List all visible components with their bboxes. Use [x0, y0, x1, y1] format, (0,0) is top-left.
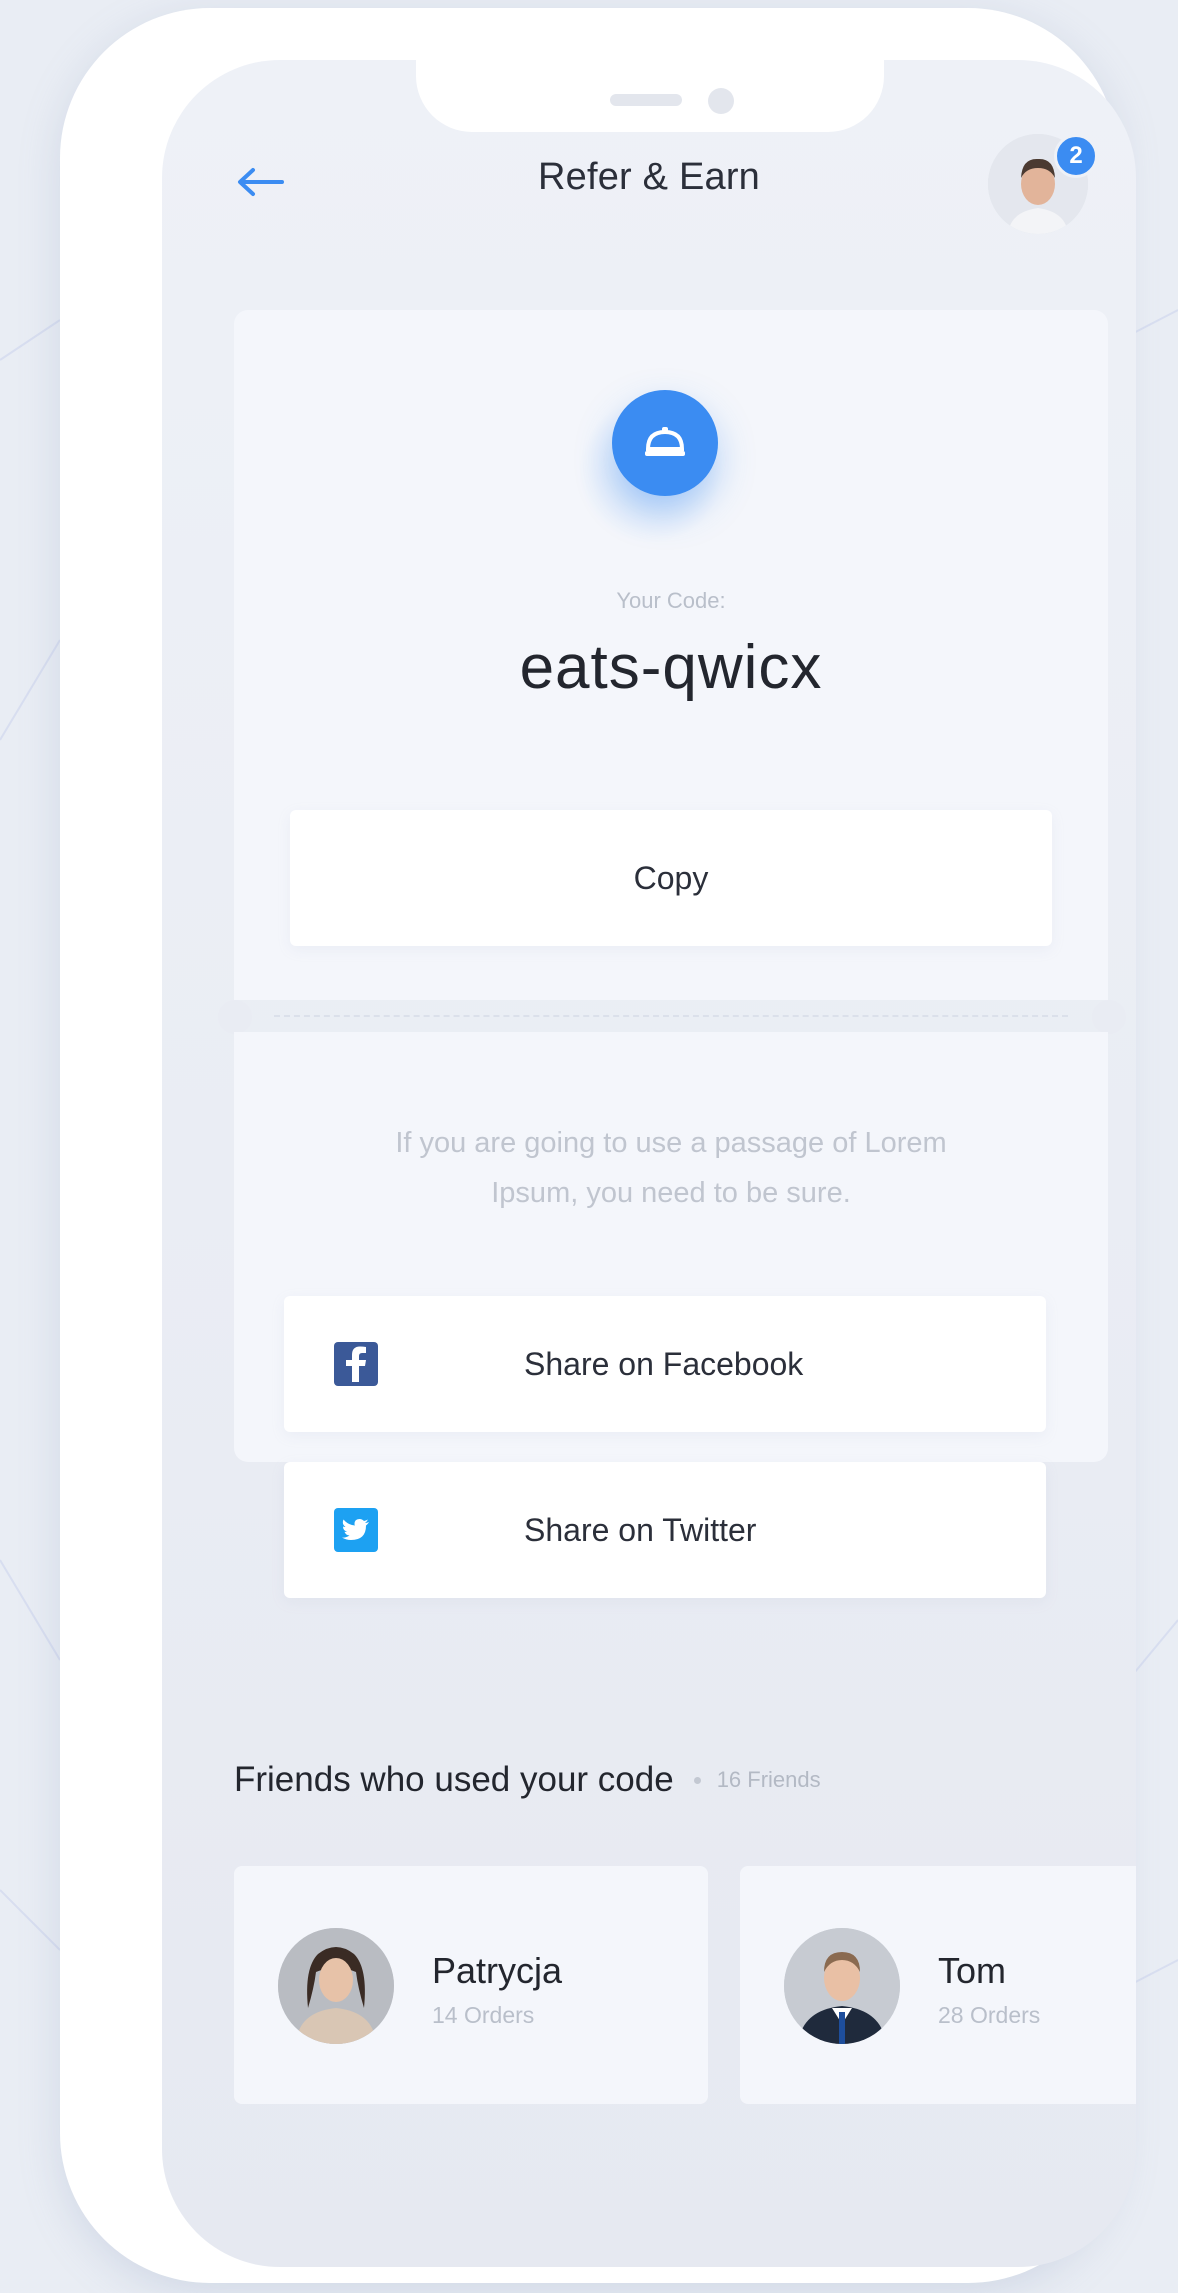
share-facebook-button[interactable]: Share on Facebook — [284, 1296, 1046, 1432]
friend-card[interactable]: Patrycja 14 Orders — [234, 1866, 708, 2104]
friends-count: 16 Friends — [716, 1767, 821, 1792]
friend-name: Patrycja — [432, 1950, 563, 1991]
speaker-grille — [610, 94, 682, 106]
card-cutout-left — [218, 1000, 252, 1034]
friend-card[interactable]: Tom 28 Orders — [740, 1866, 1136, 2104]
front-camera — [708, 88, 734, 114]
friends-title: Friends who used your code — [234, 1760, 674, 1799]
phone-notch — [416, 60, 884, 132]
friend-name: Tom — [938, 1950, 1007, 1991]
code-label: Your Code: — [616, 588, 726, 613]
facebook-icon — [334, 1342, 378, 1386]
food-badge — [612, 390, 718, 496]
twitter-icon — [334, 1508, 378, 1552]
food-cloche-icon — [645, 427, 685, 456]
friend-orders: 28 Orders — [938, 2002, 1041, 2028]
friend-avatar — [278, 1928, 394, 2044]
friend-orders: 14 Orders — [432, 2002, 535, 2028]
copy-button[interactable]: Copy — [290, 810, 1052, 946]
app-screen: Refer & Earn 2 Your Code: eats-qwicx Cop… — [162, 60, 1136, 2267]
referral-code: eats-qwicx — [519, 633, 823, 702]
phone-frame: Refer & Earn 2 Your Code: eats-qwicx Cop… — [60, 8, 1136, 2283]
share-twitter-label: Share on Twitter — [524, 1511, 757, 1548]
friend-avatar — [784, 1928, 900, 2044]
description-line: If you are going to use a passage of Lor… — [395, 1127, 947, 1159]
profile-avatar[interactable]: 2 — [988, 134, 1098, 234]
card-cutout-right — [1092, 1000, 1126, 1034]
share-twitter-button[interactable]: Share on Twitter — [284, 1462, 1046, 1598]
card-divider — [274, 1015, 1068, 1017]
description-line: Ipsum, you need to be sure. — [491, 1177, 851, 1209]
share-facebook-label: Share on Facebook — [524, 1345, 804, 1382]
notification-badge: 2 — [1054, 134, 1098, 178]
separator-dot — [693, 1776, 701, 1784]
friends-heading: Friends who used your code 16 Friends — [234, 1760, 821, 1800]
share-description: If you are going to use a passage of Lor… — [234, 1118, 1108, 1218]
